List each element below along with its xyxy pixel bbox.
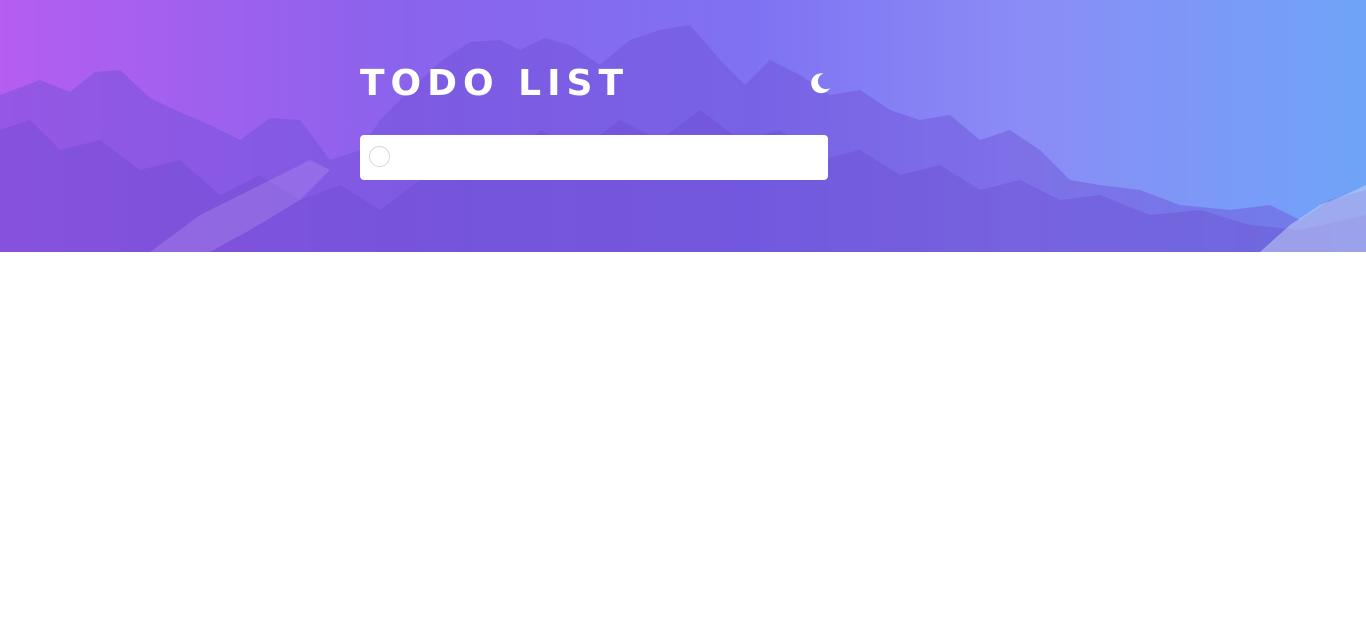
new-todo-bar: [360, 135, 828, 180]
header-hero-banner: [0, 0, 1366, 252]
moon-icon: [811, 73, 830, 94]
circle-check-icon[interactable]: [369, 146, 390, 167]
theme-toggle-button[interactable]: [806, 69, 834, 97]
page-title: TODO LIST: [360, 63, 629, 104]
mountain-background-image: [0, 25, 1366, 252]
new-todo-input[interactable]: [404, 135, 814, 180]
